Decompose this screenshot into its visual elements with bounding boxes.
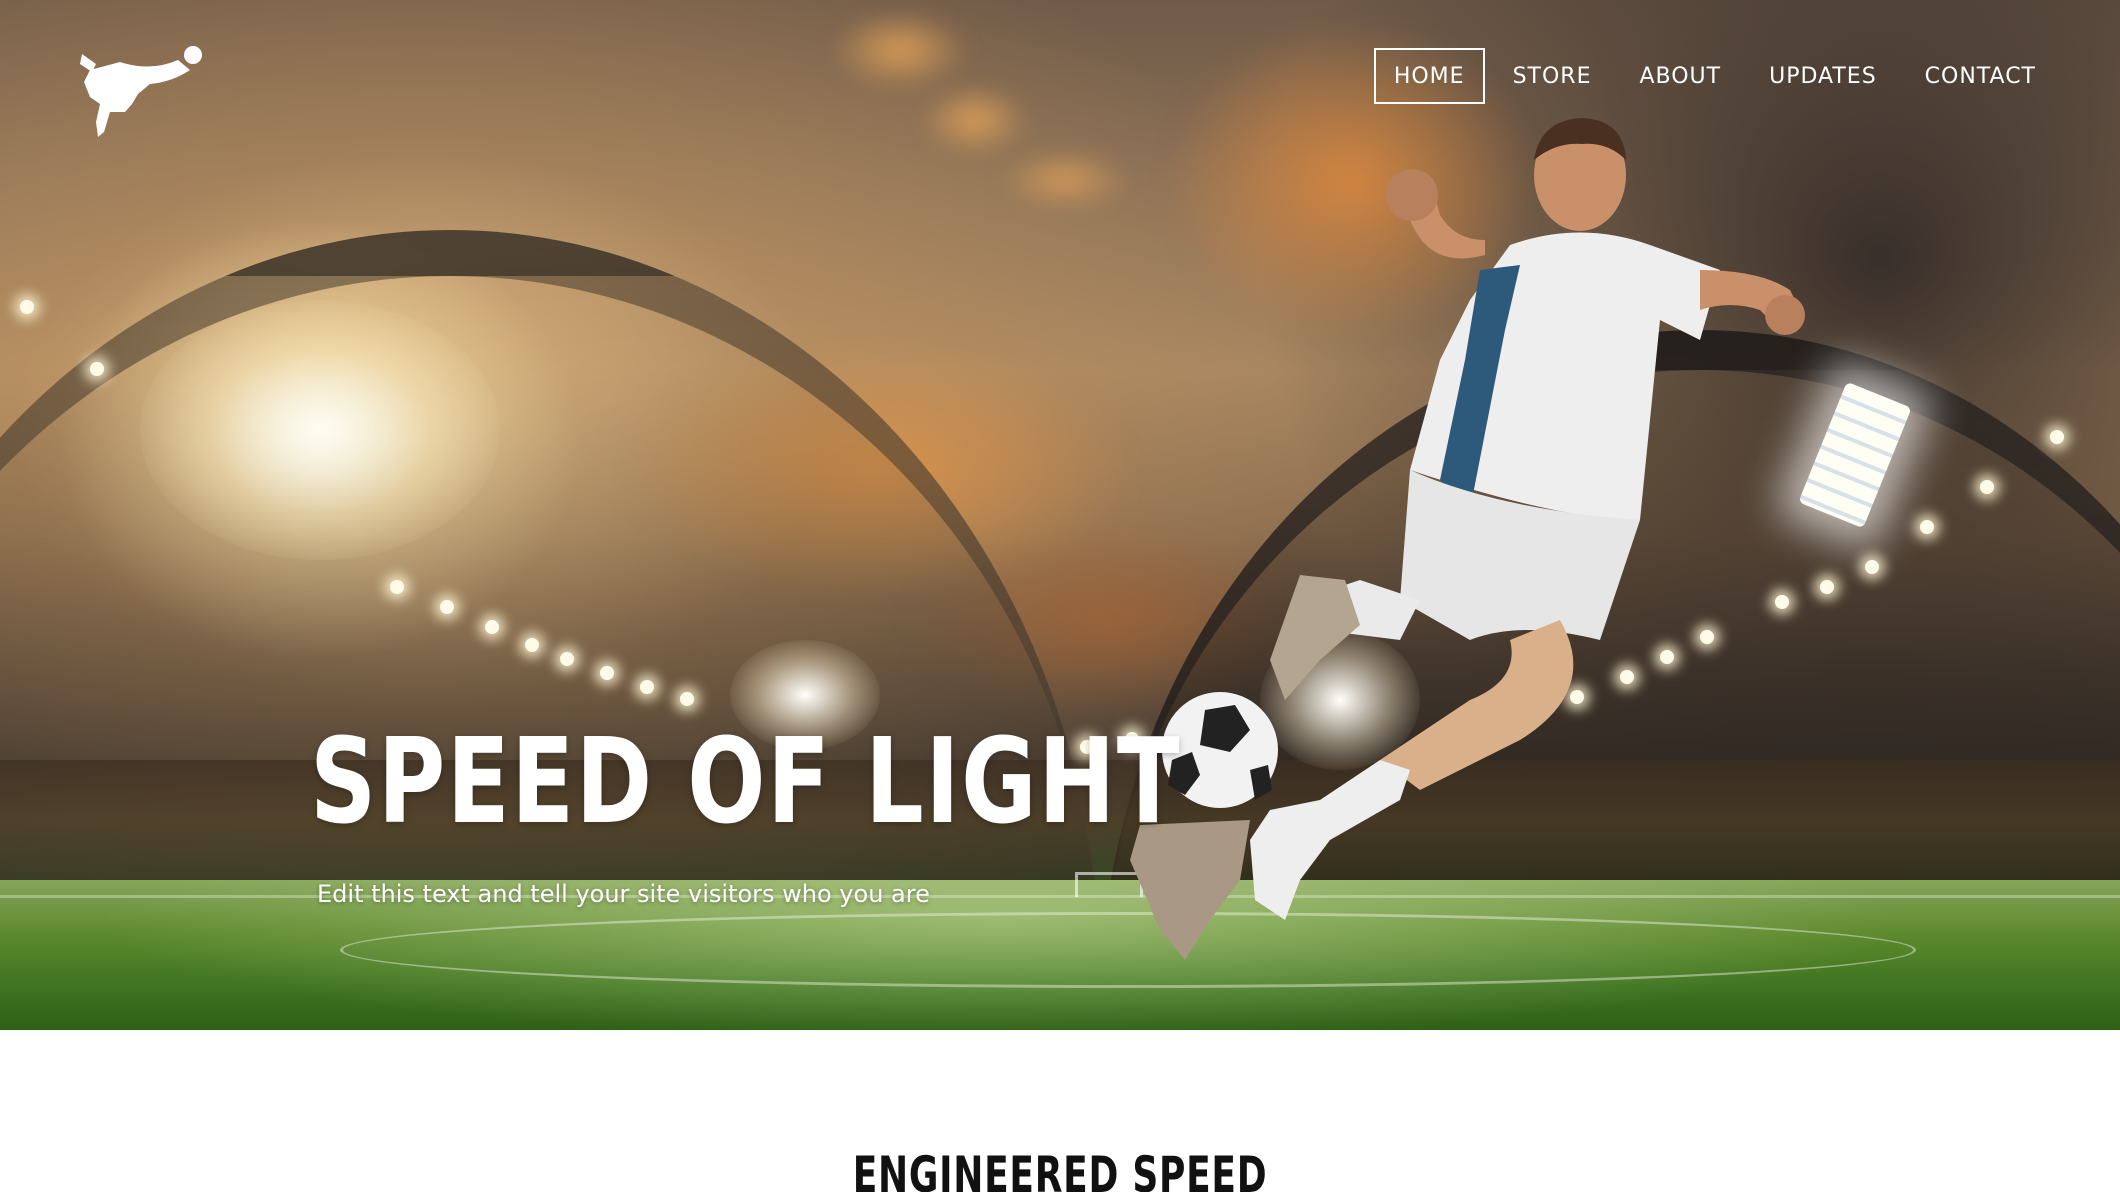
hero-subtitle: Edit this text and tell your site visito… — [317, 880, 930, 908]
nav-item-contact[interactable]: CONTACT — [1901, 48, 2060, 104]
nav-item-about[interactable]: ABOUT — [1615, 48, 1745, 104]
nav-item-updates[interactable]: UPDATES — [1745, 48, 1901, 104]
soccer-player-figure — [1130, 118, 1805, 960]
nav-item-home[interactable]: HOME — [1373, 48, 1485, 104]
hero-title: SPEED OF LIGHT — [310, 712, 1182, 850]
section-heading: ENGINEERED SPEED — [852, 1146, 1268, 1192]
hero-background-image — [0, 0, 2120, 1030]
main-navigation: HOME STORE ABOUT UPDATES CONTACT — [1373, 48, 2060, 104]
page: HOME STORE ABOUT UPDATES CONTACT SPEED O… — [0, 0, 2120, 1192]
nav-item-store[interactable]: STORE — [1489, 48, 1616, 104]
soccer-player-kick-icon[interactable] — [80, 42, 210, 142]
